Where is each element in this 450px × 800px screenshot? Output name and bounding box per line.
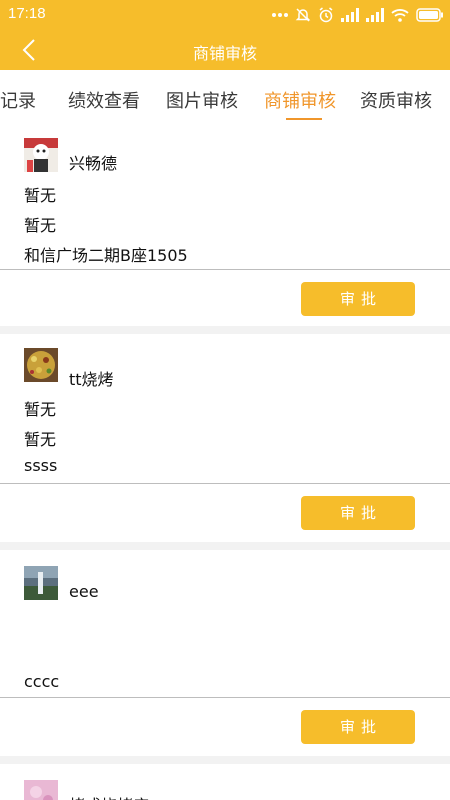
shop-address: cccc: [24, 672, 60, 691]
shop-address: 和信广场二期B座1505: [24, 246, 188, 265]
mute-icon: [295, 8, 311, 22]
tab-indicator: [286, 118, 322, 120]
card-separator: [0, 542, 450, 550]
approve-button[interactable]: 审批: [301, 282, 415, 316]
signal-icon: [341, 8, 359, 22]
signal-icon: [366, 8, 384, 22]
divider: [0, 269, 450, 270]
status-bar: 17:18: [0, 0, 450, 30]
approve-button[interactable]: 审批: [301, 496, 415, 530]
divider: [0, 697, 450, 698]
wifi-icon: [391, 9, 409, 22]
shop-address: ssss: [24, 456, 58, 475]
shop-avatar: [24, 566, 58, 600]
dots-icon: [272, 13, 288, 17]
app-header: 商铺审核: [0, 30, 450, 70]
battery-icon: [416, 8, 443, 22]
shop-name: 兴畅德: [69, 154, 118, 173]
card-separator: [0, 326, 450, 334]
shop-card: 兴畅德 暂无 暂无 和信广场二期B座1505 审批: [0, 126, 450, 326]
shop-card: 烤成烧烤店: [0, 764, 450, 800]
approve-button[interactable]: 审批: [301, 710, 415, 744]
tab-shop-review[interactable]: 商铺审核: [264, 87, 336, 113]
tab-performance[interactable]: 绩效查看: [68, 87, 140, 113]
alarm-icon: [319, 7, 333, 23]
shop-card: eee cccc 审批: [0, 550, 450, 756]
card-separator: [0, 756, 450, 764]
shop-card: tt烧烤 暂无 暂无 ssss 审批: [0, 334, 450, 542]
shop-avatar: [24, 138, 58, 172]
shop-info-line: 暂无: [24, 400, 57, 419]
tab-image-review[interactable]: 图片审核: [166, 87, 238, 113]
divider: [0, 483, 450, 484]
tab-likes-record[interactable]: 赞记录: [0, 87, 36, 113]
shop-name: 烤成烧烤店: [69, 792, 149, 800]
tab-bar: 赞记录 绩效查看 图片审核 商铺审核 资质审核: [0, 70, 450, 126]
shop-name: tt烧烤: [69, 370, 114, 389]
shop-name: eee: [69, 582, 99, 601]
shop-info-line: 暂无: [24, 430, 57, 449]
status-time: 17:18: [8, 5, 46, 22]
status-icons: [272, 5, 444, 25]
shop-info-line: 暂无: [24, 216, 57, 235]
shop-info-line: 暂无: [24, 186, 57, 205]
tab-qualification-review[interactable]: 资质审核: [360, 87, 432, 113]
shop-avatar: [24, 780, 58, 800]
page-title: 商铺审核: [192, 44, 257, 63]
shop-avatar: [24, 348, 58, 382]
